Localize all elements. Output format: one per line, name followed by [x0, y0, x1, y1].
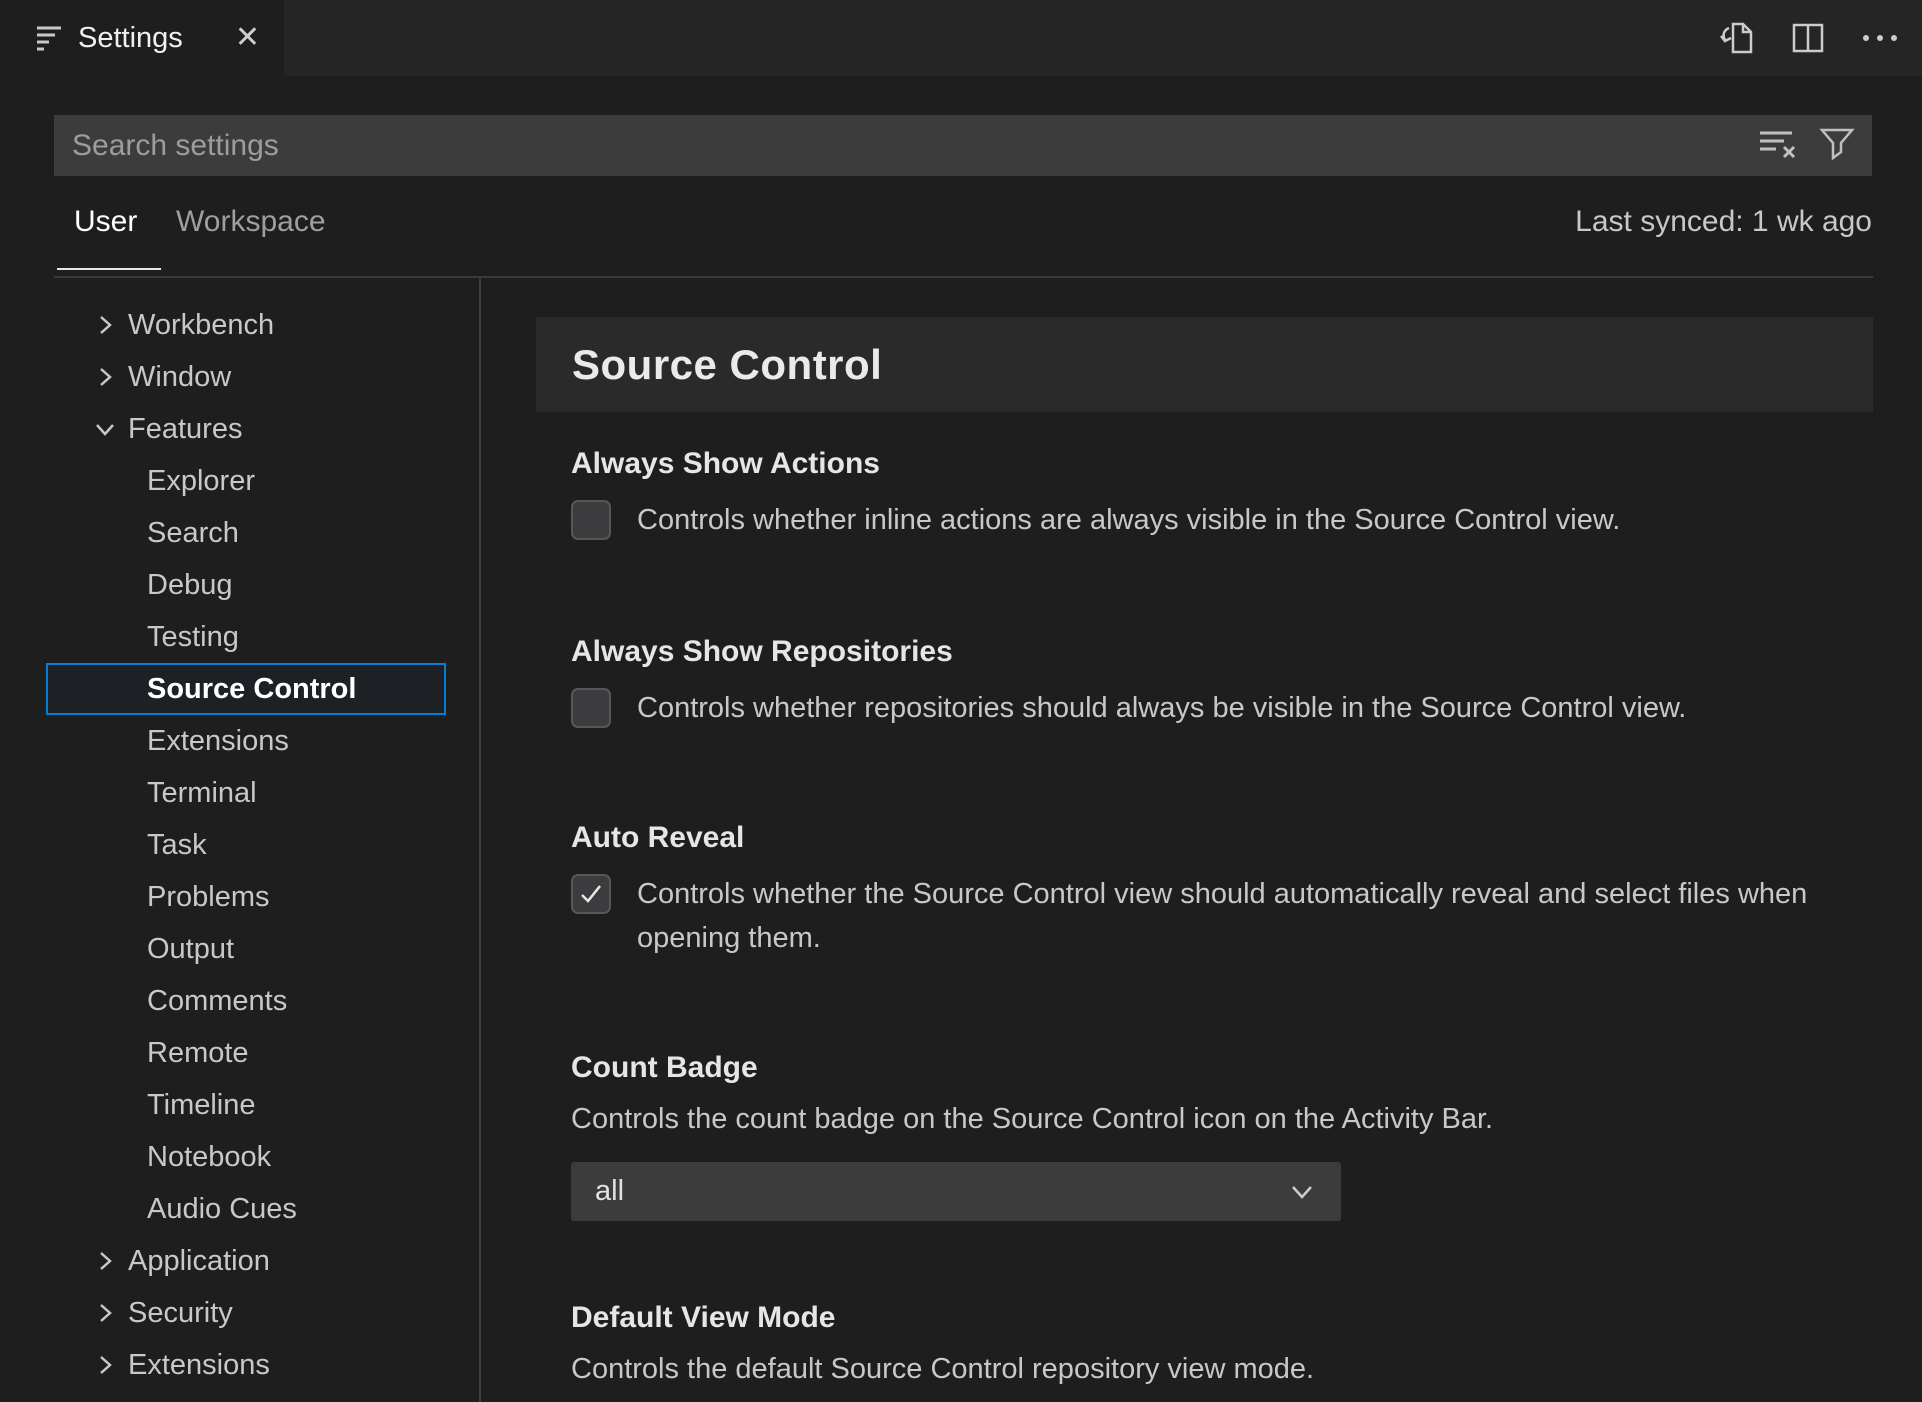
auto-reveal-checkbox[interactable]	[571, 874, 611, 914]
more-actions-icon[interactable]	[1860, 32, 1900, 44]
tab-title: Settings	[78, 21, 183, 54]
setting-always-show-actions: Always Show Actions Controls whether inl…	[571, 446, 1873, 542]
search-settings-input[interactable]: Search settings	[54, 115, 1872, 176]
settings-editor-window: Settings ✕ Search settings User Workspac…	[0, 0, 1922, 1402]
tab-user-scope[interactable]: User	[74, 205, 137, 239]
last-synced-label: Last synced: 1 wk ago	[1575, 205, 1872, 238]
split-editor-icon[interactable]	[1790, 20, 1826, 56]
toc-item-terminal[interactable]: Terminal	[46, 767, 446, 819]
always-show-repositories-checkbox[interactable]	[571, 688, 611, 728]
setting-title: Always Show Repositories	[571, 635, 953, 668]
toc-item-notebook[interactable]: Notebook	[46, 1131, 446, 1183]
chevron-right-icon	[100, 1304, 112, 1322]
setting-count-badge: Count Badge Controls the count badge on …	[571, 1050, 1873, 1221]
toc-item-problems[interactable]: Problems	[46, 871, 446, 923]
toc-item-task[interactable]: Task	[46, 819, 446, 871]
toc-item-remote[interactable]: Remote	[46, 1027, 446, 1079]
setting-default-view-mode: Default View Mode Controls the default S…	[571, 1300, 1873, 1390]
settings-scope-row: User Workspace Last synced: 1 wk ago	[54, 176, 1872, 276]
setting-title: Always Show Actions	[571, 447, 880, 480]
toc-item-workbench[interactable]: Workbench	[46, 299, 446, 351]
chevron-down-icon	[96, 424, 114, 436]
setting-title: Count Badge	[571, 1051, 758, 1084]
search-placeholder: Search settings	[72, 128, 279, 162]
chevron-right-icon	[100, 316, 112, 334]
tab-settings[interactable]: Settings ✕	[0, 0, 284, 76]
chevron-right-icon	[100, 368, 112, 386]
setting-description: Controls whether repositories should alw…	[637, 692, 1687, 724]
toc-item-extensions-bottom[interactable]: Extensions	[46, 1339, 446, 1391]
toc-item-extensions[interactable]: Extensions	[46, 715, 446, 767]
chevron-right-icon	[100, 1252, 112, 1270]
open-settings-json-icon[interactable]	[1718, 18, 1756, 58]
clear-search-icon[interactable]	[1758, 125, 1800, 166]
close-tab-icon[interactable]: ✕	[235, 23, 260, 53]
filter-icon[interactable]	[1818, 124, 1856, 167]
chevron-down-icon	[1292, 1186, 1312, 1199]
toc-item-search[interactable]: Search	[46, 507, 446, 559]
select-value: all	[595, 1175, 625, 1207]
setting-title: Default View Mode	[571, 1301, 836, 1334]
setting-title: Auto Reveal	[571, 821, 745, 854]
settings-body: Source Control Always Show Actions Contr…	[483, 278, 1922, 1402]
section-heading-row: Source Control	[536, 317, 1873, 412]
count-badge-select[interactable]: all	[571, 1162, 1341, 1221]
toc-item-audio-cues[interactable]: Audio Cues	[46, 1183, 446, 1235]
toc-item-explorer[interactable]: Explorer	[46, 455, 446, 507]
active-scope-underline	[57, 268, 161, 270]
toc-item-application[interactable]: Application	[46, 1235, 446, 1287]
toc-item-source-control[interactable]: Source Control	[46, 663, 446, 715]
toc-item-output[interactable]: Output	[46, 923, 446, 975]
toc-item-window[interactable]: Window	[46, 351, 446, 403]
setting-description: Controls whether inline actions are alwa…	[637, 504, 1621, 536]
settings-toc-tree: Workbench Window Features Explorer Searc…	[0, 278, 481, 1402]
settings-list-icon	[37, 26, 61, 51]
toc-item-testing[interactable]: Testing	[46, 611, 446, 663]
setting-description: Controls the default Source Control repo…	[571, 1353, 1315, 1385]
checkmark-icon	[581, 885, 601, 903]
toc-item-comments[interactable]: Comments	[46, 975, 446, 1027]
tab-workspace-scope[interactable]: Workspace	[176, 205, 326, 239]
setting-auto-reveal: Auto Reveal Controls whether the Source …	[571, 820, 1873, 960]
setting-always-show-repositories: Always Show Repositories Controls whethe…	[571, 634, 1873, 730]
page-title: Source Control	[572, 340, 883, 388]
setting-description: Controls whether the Source Control view…	[637, 878, 1808, 954]
toc-item-debug[interactable]: Debug	[46, 559, 446, 611]
setting-description: Controls the count badge on the Source C…	[571, 1103, 1494, 1135]
toc-item-features[interactable]: Features	[46, 403, 446, 455]
search-input-actions	[1758, 124, 1856, 167]
toc-item-security[interactable]: Security	[46, 1287, 446, 1339]
chevron-right-icon	[100, 1356, 112, 1374]
toc-item-timeline[interactable]: Timeline	[46, 1079, 446, 1131]
editor-tab-bar: Settings ✕	[0, 0, 1922, 76]
editor-actions	[1718, 0, 1900, 76]
always-show-actions-checkbox[interactable]	[571, 500, 611, 540]
